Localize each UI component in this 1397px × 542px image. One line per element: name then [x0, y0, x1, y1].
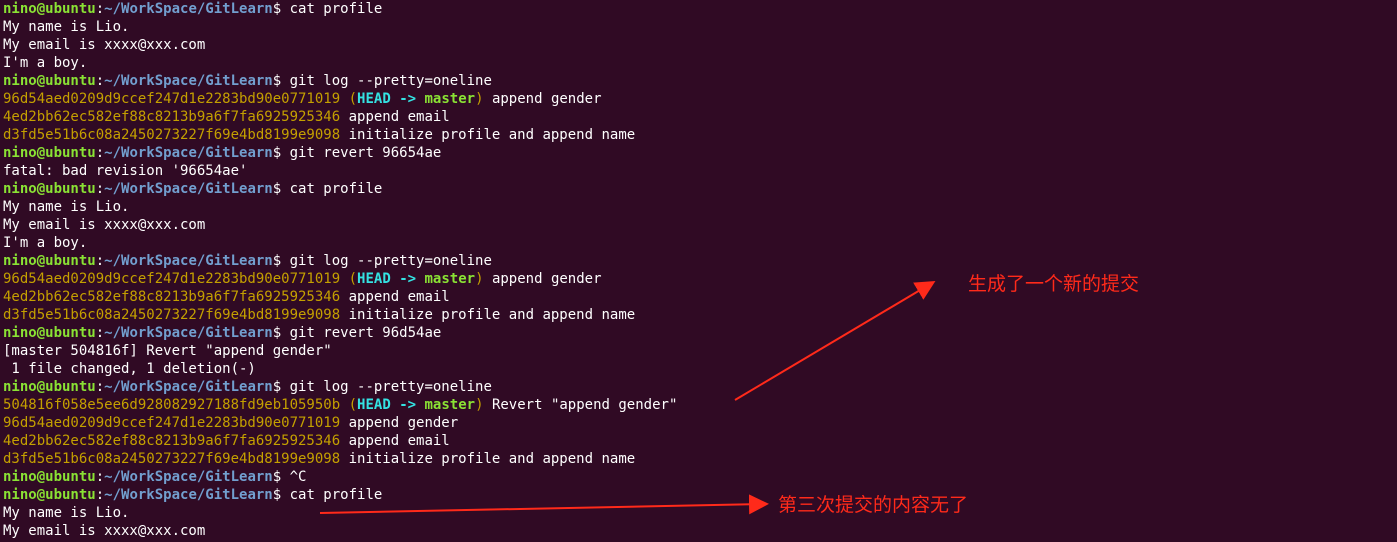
arrow-to-content-gone-label	[319, 494, 769, 515]
annotation-third-commit-gone: 第三次提交的内容无了	[778, 494, 969, 516]
arrow-to-new-commit-label	[734, 280, 936, 401]
annotation-new-commit: 生成了一个新的提交	[968, 273, 1140, 295]
terminal-window[interactable]: nino@ubuntu:~/WorkSpace/GitLearn$ cat pr…	[0, 0, 1397, 542]
annotation-arrows	[319, 280, 936, 515]
